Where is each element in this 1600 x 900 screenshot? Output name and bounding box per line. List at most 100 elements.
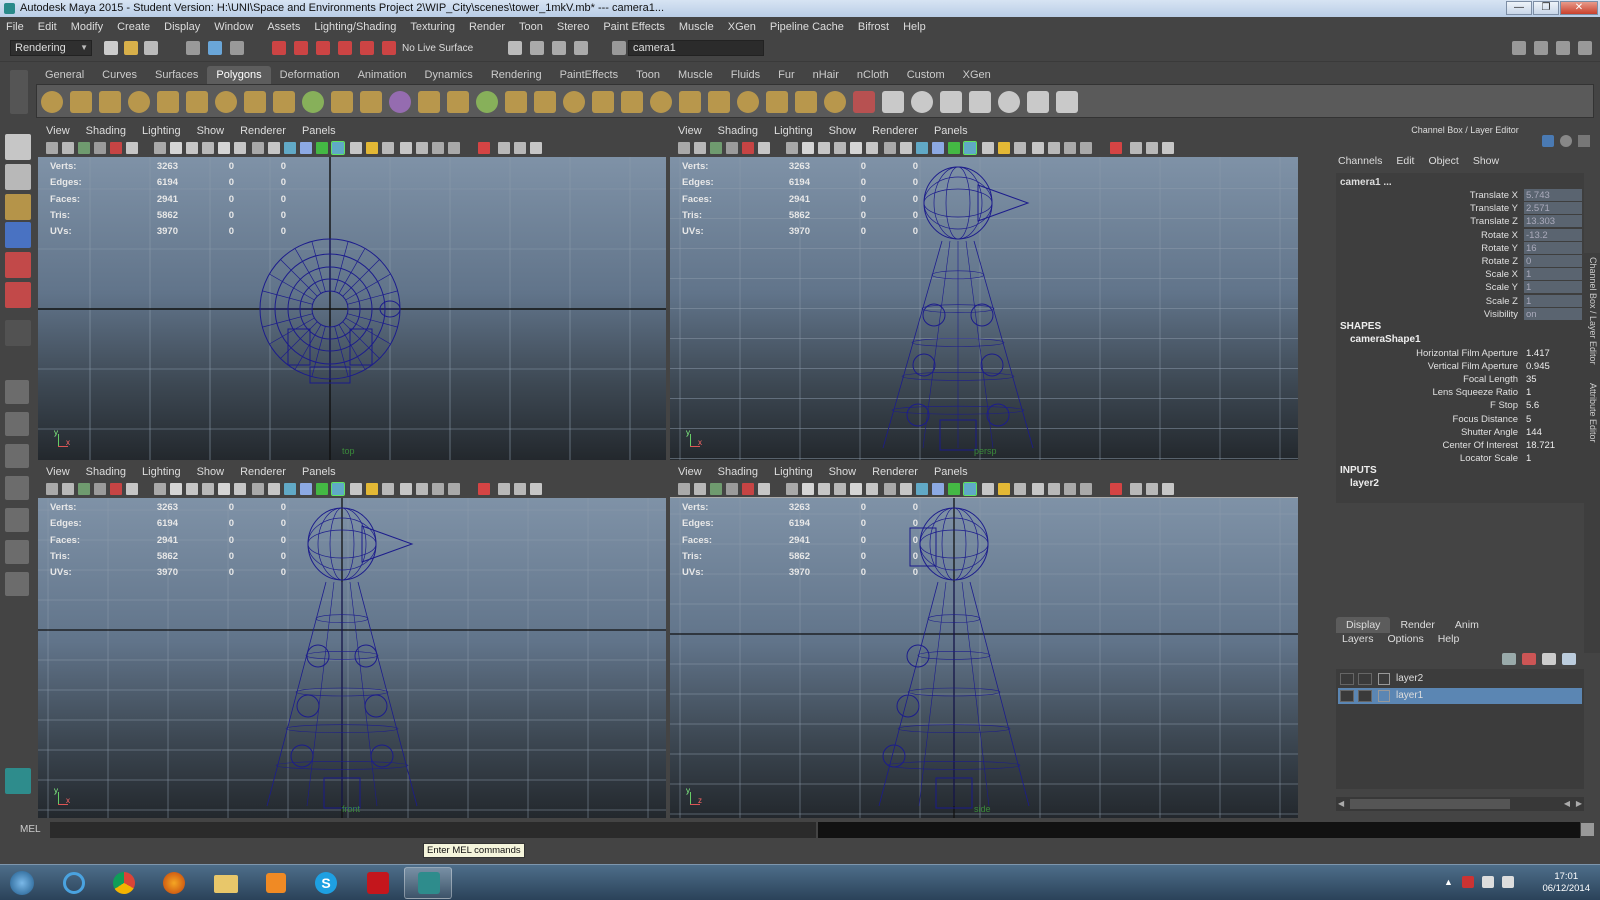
layer-display-type-toggle[interactable]	[1358, 690, 1372, 702]
gate-mask-icon[interactable]	[802, 142, 814, 154]
channel-value[interactable]: 1	[1524, 294, 1582, 307]
multisample-aa-icon[interactable]	[998, 483, 1010, 495]
merge-to-center-icon[interactable]	[766, 91, 788, 113]
use-all-lights-icon[interactable]	[932, 142, 944, 154]
shelf-tab-animation[interactable]: Animation	[349, 66, 416, 84]
separate-icon[interactable]	[418, 91, 440, 113]
image-plane-icon[interactable]	[94, 142, 106, 154]
tray-alert-icon[interactable]	[1462, 876, 1474, 888]
gate-mask-icon[interactable]	[170, 142, 182, 154]
smooth-shade-all-icon[interactable]	[884, 142, 896, 154]
shape-attr-lens-squeeze-ratio[interactable]: Lens Squeeze Ratio 1	[1336, 386, 1584, 399]
select-camera-icon[interactable]	[1130, 483, 1142, 495]
layer-tab-render[interactable]: Render	[1390, 617, 1444, 633]
layer-color-swatch[interactable]	[1378, 673, 1390, 685]
screen-space-ao-icon[interactable]	[331, 482, 345, 496]
hud-toggle-icon[interactable]	[1110, 483, 1122, 495]
screen-space-ao-icon[interactable]	[963, 482, 977, 496]
extrude-icon[interactable]	[650, 91, 672, 113]
shadows-icon[interactable]	[316, 483, 328, 495]
film-gate-icon[interactable]	[758, 483, 770, 495]
two-view-stacked-layout-icon[interactable]	[5, 476, 29, 500]
side-tab-attribute-editor[interactable]: Attribute Editor	[1588, 383, 1598, 443]
panel-menu-shading[interactable]: Shading	[718, 123, 758, 139]
shape-attr-focal-length[interactable]: Focal Length 35	[1336, 373, 1584, 386]
shape-attr-focus-distance[interactable]: Focus Distance 5	[1336, 413, 1584, 426]
hud-toggle-icon[interactable]	[478, 142, 490, 154]
viewport-top[interactable]: Verts: 3263 0 0 Edges: 6194 0 0 Faces: 2941 0 0 Tris…	[38, 157, 666, 460]
render-frame-icon[interactable]	[530, 41, 544, 55]
select-camera-icon[interactable]	[1130, 142, 1142, 154]
scroll-right-icon[interactable]: ◀	[1564, 799, 1570, 808]
bookmarks-icon[interactable]	[710, 142, 722, 154]
wireframe-on-shaded-icon[interactable]	[900, 142, 912, 154]
safe-action-icon[interactable]	[202, 483, 214, 495]
xray-icon[interactable]	[416, 483, 428, 495]
xray-components-icon[interactable]	[448, 483, 460, 495]
poly-sphere-icon[interactable]	[41, 91, 63, 113]
poly-cone-icon[interactable]	[128, 91, 150, 113]
network-icon[interactable]	[1482, 876, 1494, 888]
safe-action-icon[interactable]	[202, 142, 214, 154]
channel-box-toggle-icon[interactable]	[1556, 41, 1570, 55]
channel-value[interactable]: 0	[1524, 255, 1582, 267]
persp-outliner-layout-icon[interactable]	[5, 508, 29, 532]
shelf-menu-icon[interactable]	[10, 70, 28, 114]
channel-box-settings-icon[interactable]	[1560, 135, 1572, 147]
bookmarks-icon[interactable]	[78, 142, 90, 154]
safe-action-icon[interactable]	[834, 483, 846, 495]
panel-menu-view[interactable]: View	[46, 123, 70, 139]
layer-color-swatch[interactable]	[1378, 690, 1390, 702]
new-scene-icon[interactable]	[104, 41, 118, 55]
safe-title-icon[interactable]	[850, 483, 862, 495]
channel-rotate-y[interactable]: Rotate Y 16	[1336, 241, 1584, 255]
motion-blur-icon[interactable]	[982, 483, 994, 495]
layer-row-layer2[interactable]: layer2	[1338, 671, 1582, 687]
xray-icon[interactable]	[416, 142, 428, 154]
selected-object-name[interactable]: camera1 ...	[1340, 177, 1392, 188]
poly-torus-icon[interactable]	[186, 91, 208, 113]
gate-mask-icon[interactable]	[170, 483, 182, 495]
poke-icon[interactable]	[853, 91, 875, 113]
depth-of-field-icon[interactable]	[382, 142, 394, 154]
taskbar-skype[interactable]: S	[302, 867, 350, 899]
channel-box-pin-icon[interactable]	[1578, 135, 1590, 147]
shape-attr-vertical-film-aperture[interactable]: Vertical Film Aperture 0.945	[1336, 360, 1584, 373]
select-object-icon[interactable]	[208, 41, 222, 55]
wireframe-icon[interactable]	[866, 483, 878, 495]
channel-value[interactable]: 13.303	[1524, 215, 1582, 228]
channel-value[interactable]: -13.2	[1524, 228, 1582, 241]
image-plane-icon[interactable]	[94, 483, 106, 495]
panel-menu-show[interactable]: Show	[197, 464, 225, 480]
uv-editor-icon[interactable]	[1056, 91, 1078, 113]
cylindrical-map-icon[interactable]	[969, 91, 991, 113]
poly-pyramid-icon[interactable]	[244, 91, 266, 113]
menu-pipeline-cache[interactable]: Pipeline Cache	[770, 21, 844, 33]
camera-name-field[interactable]: camera1	[628, 40, 764, 56]
panel-menu-panels[interactable]: Panels	[934, 123, 968, 139]
grid-icon[interactable]	[110, 142, 122, 154]
channel-value[interactable]: 1	[1524, 268, 1582, 281]
wireframe-icon[interactable]	[234, 142, 246, 154]
channel-value[interactable]: 16	[1524, 241, 1582, 254]
menu-paint-effects[interactable]: Paint Effects	[603, 21, 665, 33]
film-gate-icon[interactable]	[758, 142, 770, 154]
camera-attributes-icon[interactable]	[62, 142, 74, 154]
shelf-tab-nhair[interactable]: nHair	[804, 66, 848, 84]
grid-icon[interactable]	[110, 483, 122, 495]
textured-icon[interactable]	[284, 483, 296, 495]
bridge-icon[interactable]	[679, 91, 701, 113]
mel-command-input[interactable]	[50, 822, 816, 838]
motion-blur-icon[interactable]	[982, 142, 994, 154]
wireframe-on-shaded-icon[interactable]	[268, 142, 280, 154]
side-tab-channel-box[interactable]: Channel Box / Layer Editor	[1588, 257, 1598, 365]
resolution-gate-icon[interactable]	[786, 483, 798, 495]
safe-title-icon[interactable]	[850, 142, 862, 154]
screen-space-ao-icon[interactable]	[331, 141, 345, 155]
shelf-tab-toon[interactable]: Toon	[627, 66, 669, 84]
resolution-gate-icon[interactable]	[154, 142, 166, 154]
rotate-tool-icon[interactable]	[5, 252, 31, 278]
shape-attr-value[interactable]: 5.6	[1524, 399, 1582, 411]
menu-texturing[interactable]: Texturing	[410, 21, 455, 33]
shape-attr-value[interactable]: 144	[1524, 426, 1582, 438]
